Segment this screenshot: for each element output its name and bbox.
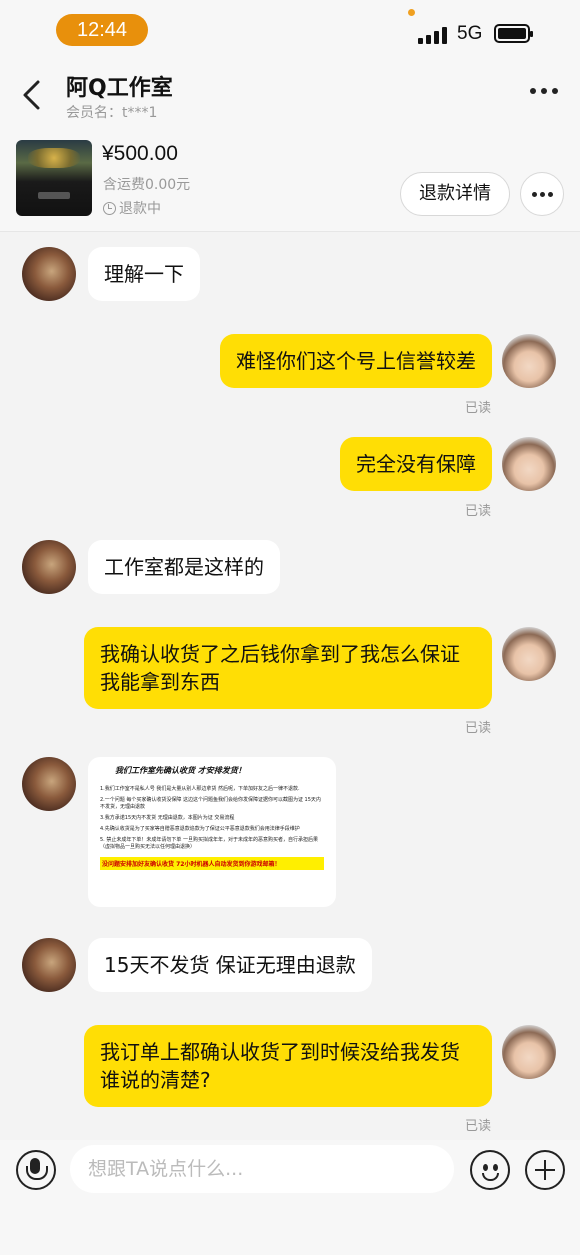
read-receipt: 已读 xyxy=(465,1119,492,1134)
read-receipt: 已读 xyxy=(465,721,492,736)
notice-title: 我们工作室先确认收货 才安排发货！ xyxy=(115,766,246,775)
message-bubble: 难怪你们这个号上信誉较差 xyxy=(220,334,492,388)
refund-status: 退款中 xyxy=(103,198,161,218)
plus-icon[interactable] xyxy=(525,1150,565,1190)
shop-avatar[interactable] xyxy=(22,540,76,594)
read-receipt: 已读 xyxy=(465,504,492,519)
notice-line: 5. 禁止未成年下单！未成年请勿下单 一旦购买拟成年年，对于未成年的恶意购买者，… xyxy=(100,837,318,850)
status-time: 12:44 xyxy=(56,14,148,46)
back-arrow-icon[interactable] xyxy=(18,78,48,112)
message-bubble: 15天不发货 保证无理由退款 xyxy=(88,938,372,992)
refund-details-button[interactable]: 退款详情 xyxy=(400,172,510,216)
notice-line: 3.我方承诺15天内不发货 无理由退款，本图片为证 交易流程 xyxy=(100,815,235,821)
shop-avatar[interactable] xyxy=(22,247,76,301)
recording-dot-icon xyxy=(408,9,415,16)
refund-status-label: 退款中 xyxy=(119,201,161,217)
user-avatar[interactable] xyxy=(502,1025,556,1079)
emoji-icon[interactable] xyxy=(470,1150,510,1190)
signal-icon xyxy=(418,27,448,44)
microphone-icon[interactable] xyxy=(16,1150,56,1190)
order-card[interactable]: ¥500.00 含运费0.00元 退款中 退款详情 xyxy=(0,132,580,232)
shop-title: 阿Q工作室 xyxy=(66,76,173,101)
message-input[interactable]: 想跟TA说点什么... xyxy=(70,1145,454,1193)
order-more-button[interactable] xyxy=(520,172,564,216)
status-bar: 12:44 5G xyxy=(0,0,580,62)
order-price: ¥500.00 xyxy=(102,142,178,165)
shipping-fee: 含运费0.00元 xyxy=(103,177,191,193)
message-bubble: 工作室都是这样的 xyxy=(88,540,280,594)
input-bar: 想跟TA说点什么... xyxy=(0,1140,580,1255)
member-name: 会员名：t***1 xyxy=(66,105,158,121)
product-thumbnail[interactable] xyxy=(16,140,92,216)
message-bubble: 我确认收货了之后钱你拿到了我怎么保证我能拿到东西 xyxy=(84,627,492,709)
battery-icon xyxy=(494,24,533,43)
shop-avatar[interactable] xyxy=(22,938,76,992)
user-avatar[interactable] xyxy=(502,627,556,681)
notice-highlight: 没问题安排加好友确认收货 72小时机器人自动发货到你游戏邮箱！ xyxy=(100,857,324,870)
user-avatar[interactable] xyxy=(502,437,556,491)
user-avatar[interactable] xyxy=(502,334,556,388)
more-options-icon[interactable] xyxy=(530,88,560,96)
message-bubble: 完全没有保障 xyxy=(340,437,492,491)
message-bubble: 我订单上都确认收货了到时候没给我发货谁说的清楚? xyxy=(84,1025,492,1107)
network-type: 5G xyxy=(457,23,483,44)
shop-avatar[interactable] xyxy=(22,757,76,811)
notice-image[interactable]: 我们工作室先确认收货 才安排发货！ 1.我们工作室不是私人号 我们是大量从别人那… xyxy=(88,757,336,907)
message-bubble: 理解一下 xyxy=(88,247,200,301)
read-receipt: 已读 xyxy=(465,401,492,416)
clock-icon xyxy=(103,202,116,215)
notice-line: 1.我们工作室不是私人号 我们是大量从别人那边拿货 然后呢，下单加好友之后一律不… xyxy=(100,786,300,792)
chat-header: 阿Q工作室 会员名：t***1 xyxy=(0,62,580,132)
notice-line: 4.先确认收货是为了买家等自赠恶意退款追款为了保证公平恶意退款我们会用法律手段维… xyxy=(100,826,300,832)
notice-line: 2.一个问题 每个买家确认收货没保障 这边这个问题鱼我们会给你发保障证据你可以截… xyxy=(100,797,321,810)
